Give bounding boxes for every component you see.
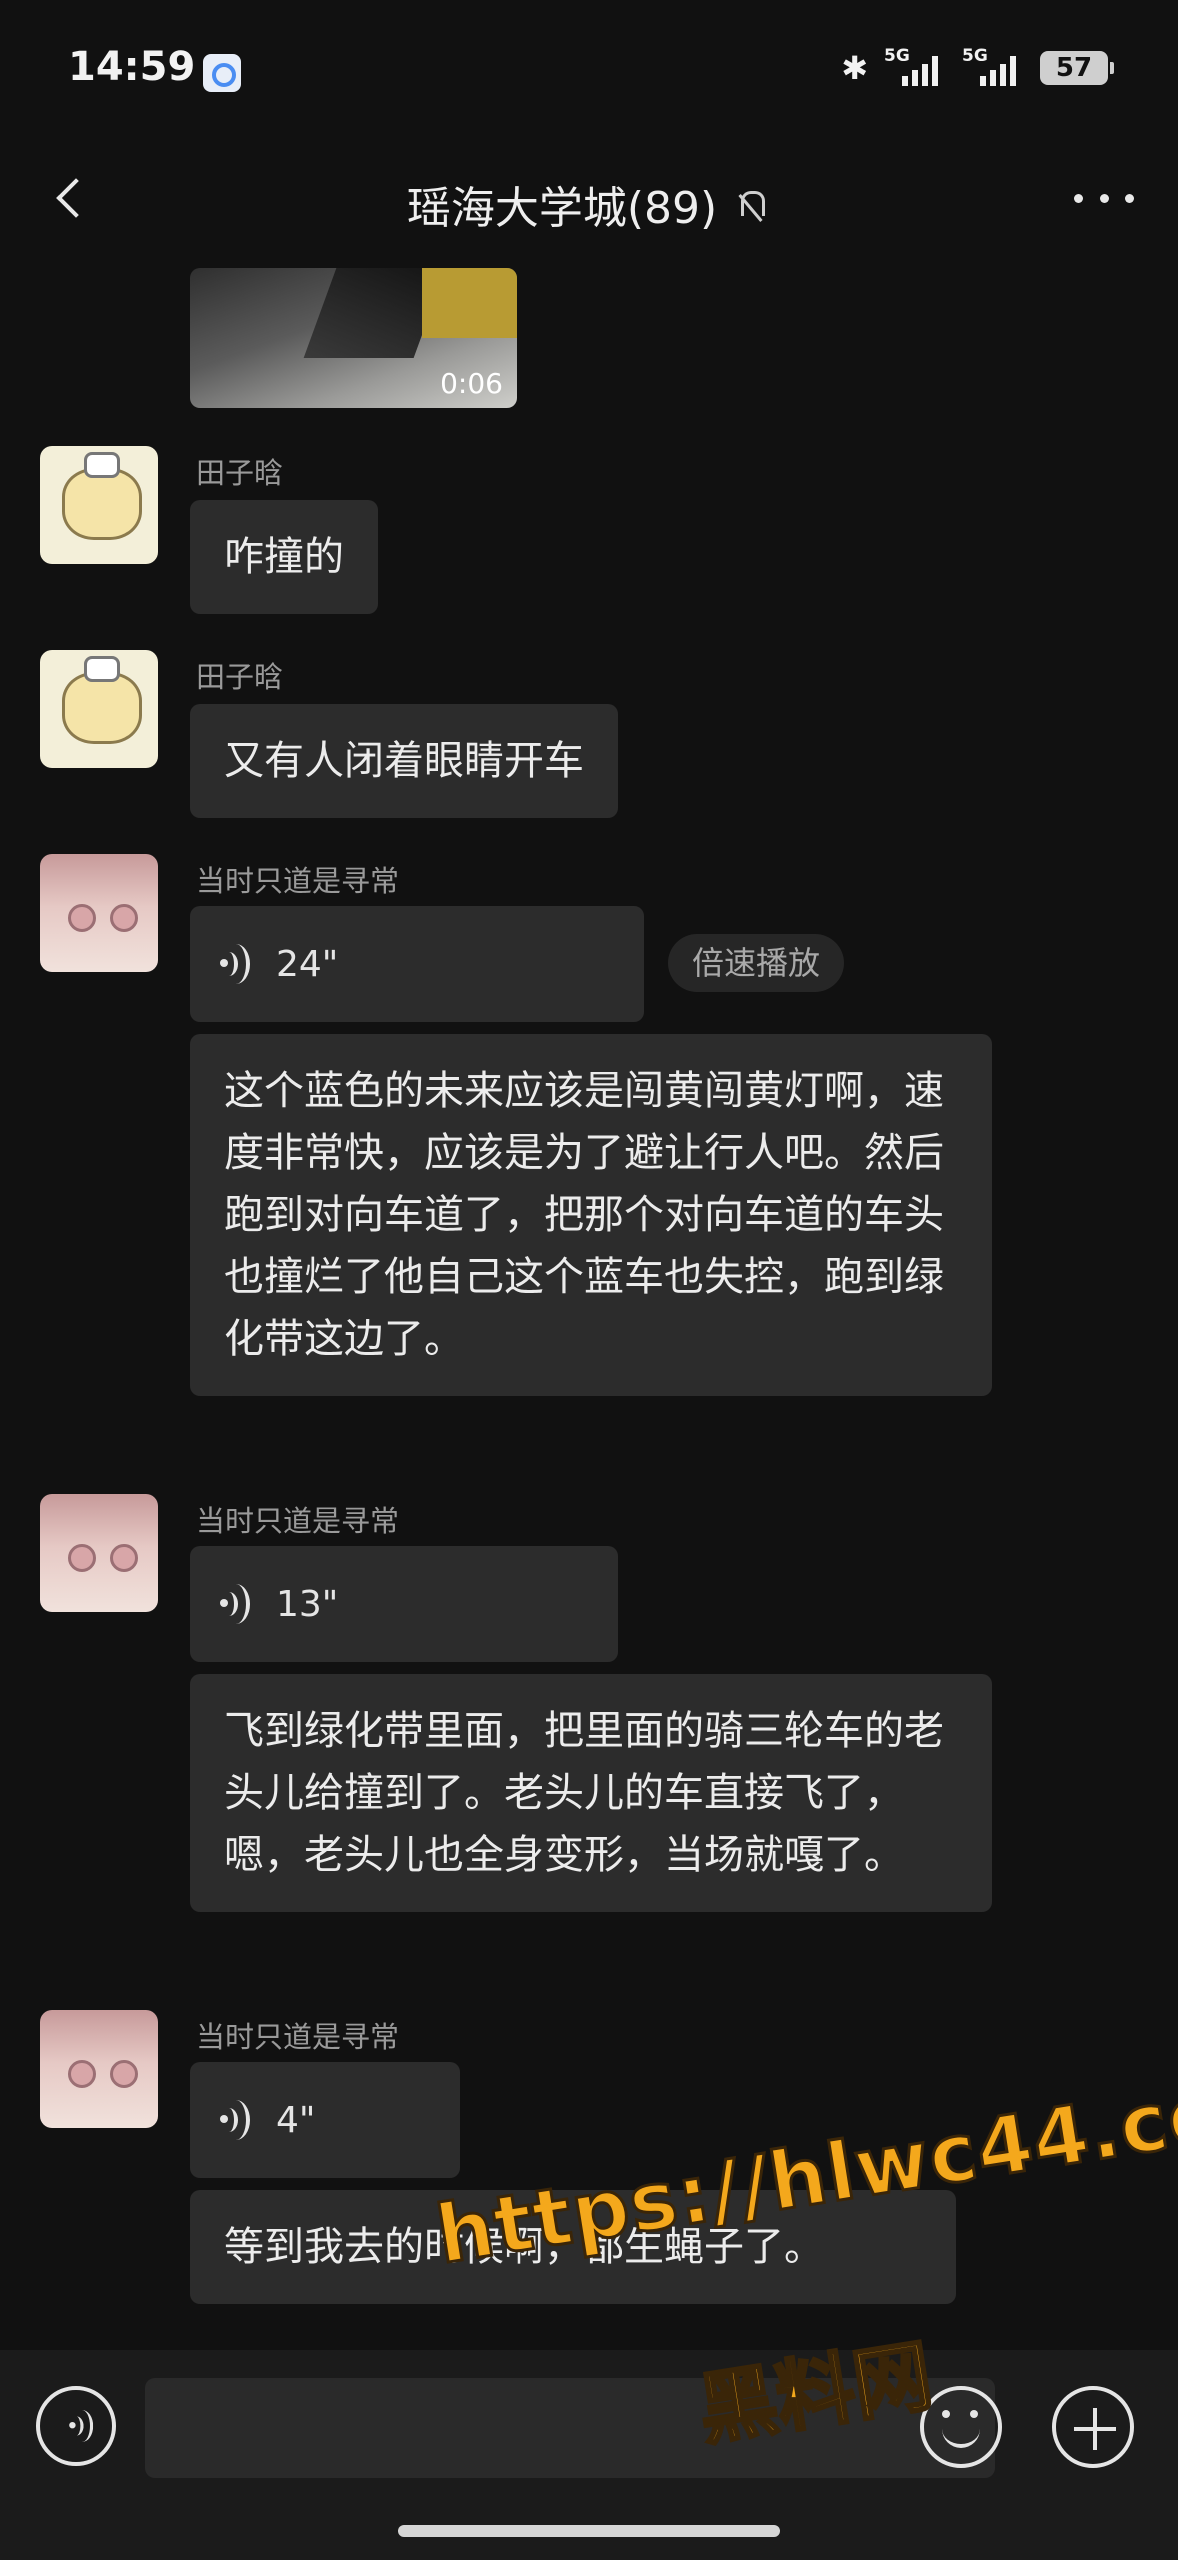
chat-header: 瑶海大学城(89) — [0, 150, 1178, 250]
status-bar: 14:59 ✱ 5G 5G 57 — [0, 0, 1178, 150]
chat-title[interactable]: 瑶海大学城(89) — [407, 183, 717, 234]
cellular-signal-icon-2: 5G — [962, 46, 1024, 90]
plus-icon[interactable] — [1052, 2386, 1134, 2468]
avatar[interactable] — [40, 650, 158, 768]
sender-name: 田子晗 — [196, 456, 284, 490]
voice-icon — [218, 944, 254, 984]
avatar[interactable] — [40, 446, 158, 564]
chat-title-wrap: 瑶海大学城(89) — [0, 172, 1178, 236]
voice-duration: 4" — [276, 2099, 316, 2141]
message-bubble[interactable]: 又有人闭着眼睛开车 — [190, 704, 618, 818]
voice-icon — [218, 1584, 254, 1624]
sender-name: 当时只道是寻常 — [196, 1504, 400, 1538]
more-icon[interactable] — [1074, 186, 1134, 210]
sender-name: 田子晗 — [196, 660, 284, 694]
voice-message[interactable]: 13" — [190, 1546, 618, 1662]
status-indicators: ✱ 5G 5G 57 — [841, 46, 1114, 90]
mute-bell-icon — [731, 187, 771, 227]
video-frame-yellow — [422, 268, 517, 338]
voice-transcript: 这个蓝色的未来应该是闯黄闯黄灯啊，速度非常快，应该是为了避让行人吧。然后跑到对向… — [190, 1034, 992, 1396]
app-notification-icon — [203, 54, 241, 92]
avatar[interactable] — [40, 1494, 158, 1612]
bluetooth-icon: ✱ — [841, 49, 868, 87]
voice-icon — [68, 2410, 97, 2442]
avatar[interactable] — [40, 854, 158, 972]
battery-icon: 57 — [1040, 51, 1114, 85]
voice-icon — [218, 2100, 254, 2140]
sender-name: 当时只道是寻常 — [196, 2020, 400, 2054]
video-duration: 0:06 — [440, 367, 503, 400]
sender-name: 当时只道是寻常 — [196, 864, 400, 898]
voice-message[interactable]: 4" — [190, 2062, 460, 2178]
voice-duration: 24" — [276, 943, 339, 985]
voice-transcript: 飞到绿化带里面，把里面的骑三轮车的老头儿给撞到了。老头儿的车直接飞了，嗯，老头儿… — [190, 1674, 992, 1912]
video-message[interactable]: 0:06 — [190, 268, 517, 408]
home-indicator[interactable] — [398, 2525, 780, 2537]
status-time: 14:59 — [68, 44, 196, 90]
cellular-signal-icon: 5G — [884, 46, 946, 90]
avatar[interactable] — [40, 2010, 158, 2128]
voice-message[interactable]: 24" — [190, 906, 644, 1022]
playback-speed-button[interactable]: 倍速播放 — [668, 934, 845, 992]
message-bubble[interactable]: 咋撞的 — [190, 500, 378, 614]
voice-duration: 13" — [276, 1583, 339, 1625]
voice-input-button[interactable] — [36, 2386, 116, 2466]
